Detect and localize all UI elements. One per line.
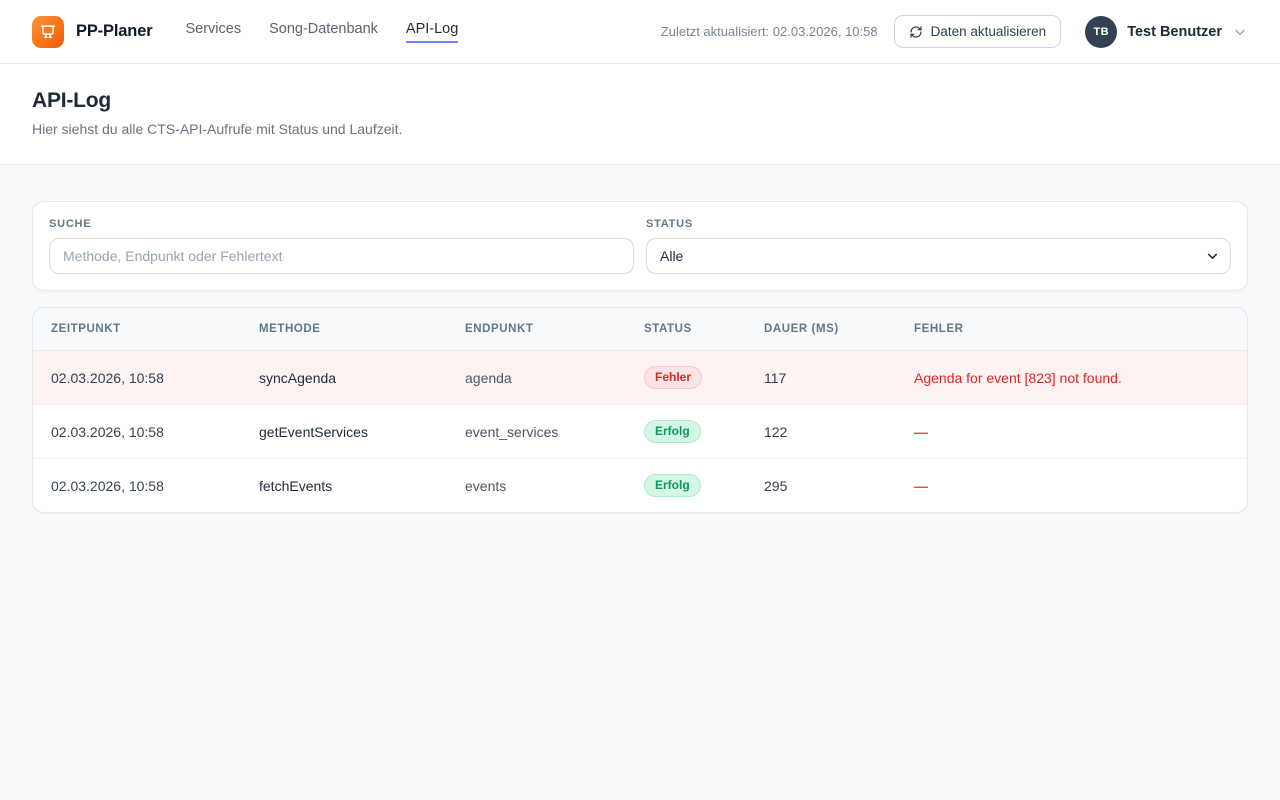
refresh-button-label: Daten aktualisieren [931,24,1047,39]
cell-error-message: — [898,405,1247,459]
cell-error-message: — [898,459,1247,513]
search-label: SUCHE [49,218,634,230]
cell-method: getEventServices [243,405,449,459]
table-row: 02.03.2026, 10:58 getEventServices event… [33,405,1247,459]
presentation-screen-icon [38,22,58,42]
last-updated-text: Zuletzt aktualisiert: 02.03.2026, 10:58 [661,24,878,39]
column-header-methode: METHODE [243,308,449,351]
nav-item-api-log[interactable]: API-Log [406,21,458,43]
top-bar-right: Zuletzt aktualisiert: 02.03.2026, 10:58 … [661,15,1248,48]
api-log-table: ZEITPUNKT METHODE ENDPUNKT STATUS DAUER … [33,308,1247,512]
cell-method: fetchEvents [243,459,449,513]
cell-status: Fehler [628,351,748,405]
cell-timestamp: 02.03.2026, 10:58 [33,459,243,513]
user-name: Test Benutzer [1127,24,1222,40]
cell-timestamp: 02.03.2026, 10:58 [33,351,243,405]
filter-panel: SUCHE STATUS Alle [32,201,1248,291]
main-content: SUCHE STATUS Alle [0,165,1280,513]
chevron-down-icon [1232,24,1248,40]
status-field-group: STATUS Alle [646,218,1231,274]
top-bar: PP-Planer Services Song-Datenbank API-Lo… [0,0,1280,64]
cell-endpoint: event_services [449,405,628,459]
column-header-zeitpunkt: ZEITPUNKT [33,308,243,351]
cell-timestamp: 02.03.2026, 10:58 [33,405,243,459]
page-subtitle: Hier siehst du alle CTS-API-Aufrufe mit … [32,121,1248,137]
column-header-fehler: FEHLER [898,308,1247,351]
status-label: STATUS [646,218,1231,230]
cell-status: Erfolg [628,459,748,513]
nav-item-services[interactable]: Services [185,21,241,43]
refresh-icon [909,25,923,39]
api-log-table-card: ZEITPUNKT METHODE ENDPUNKT STATUS DAUER … [32,307,1248,513]
status-badge: Fehler [644,366,702,389]
user-menu[interactable]: TB Test Benutzer [1085,16,1248,48]
status-select[interactable]: Alle [646,238,1231,274]
cell-duration: 122 [748,405,898,459]
table-header-row: ZEITPUNKT METHODE ENDPUNKT STATUS DAUER … [33,308,1247,351]
cell-status: Erfolg [628,405,748,459]
brand: PP-Planer [32,16,152,48]
nav-item-song-datenbank[interactable]: Song-Datenbank [269,21,378,43]
app-logo [32,16,64,48]
cell-method: syncAgenda [243,351,449,405]
search-field-group: SUCHE [49,218,634,274]
cell-endpoint: agenda [449,351,628,405]
status-badge: Erfolg [644,420,701,443]
column-header-dauer: DAUER (MS) [748,308,898,351]
main-nav: Services Song-Datenbank API-Log [185,21,458,43]
cell-duration: 295 [748,459,898,513]
column-header-status: STATUS [628,308,748,351]
refresh-data-button[interactable]: Daten aktualisieren [894,15,1062,48]
status-badge: Erfolg [644,474,701,497]
status-select-wrap: Alle [646,238,1231,274]
page-header: API-Log Hier siehst du alle CTS-API-Aufr… [0,64,1280,165]
cell-endpoint: events [449,459,628,513]
cell-error-message: Agenda for event [823] not found. [898,351,1247,405]
brand-name: PP-Planer [76,22,152,41]
table-row: 02.03.2026, 10:58 fetchEvents events Erf… [33,459,1247,513]
avatar: TB [1085,16,1117,48]
column-header-endpunkt: ENDPUNKT [449,308,628,351]
page-title: API-Log [32,89,1248,113]
search-input[interactable] [49,238,634,274]
cell-duration: 117 [748,351,898,405]
table-row: 02.03.2026, 10:58 syncAgenda agenda Fehl… [33,351,1247,405]
